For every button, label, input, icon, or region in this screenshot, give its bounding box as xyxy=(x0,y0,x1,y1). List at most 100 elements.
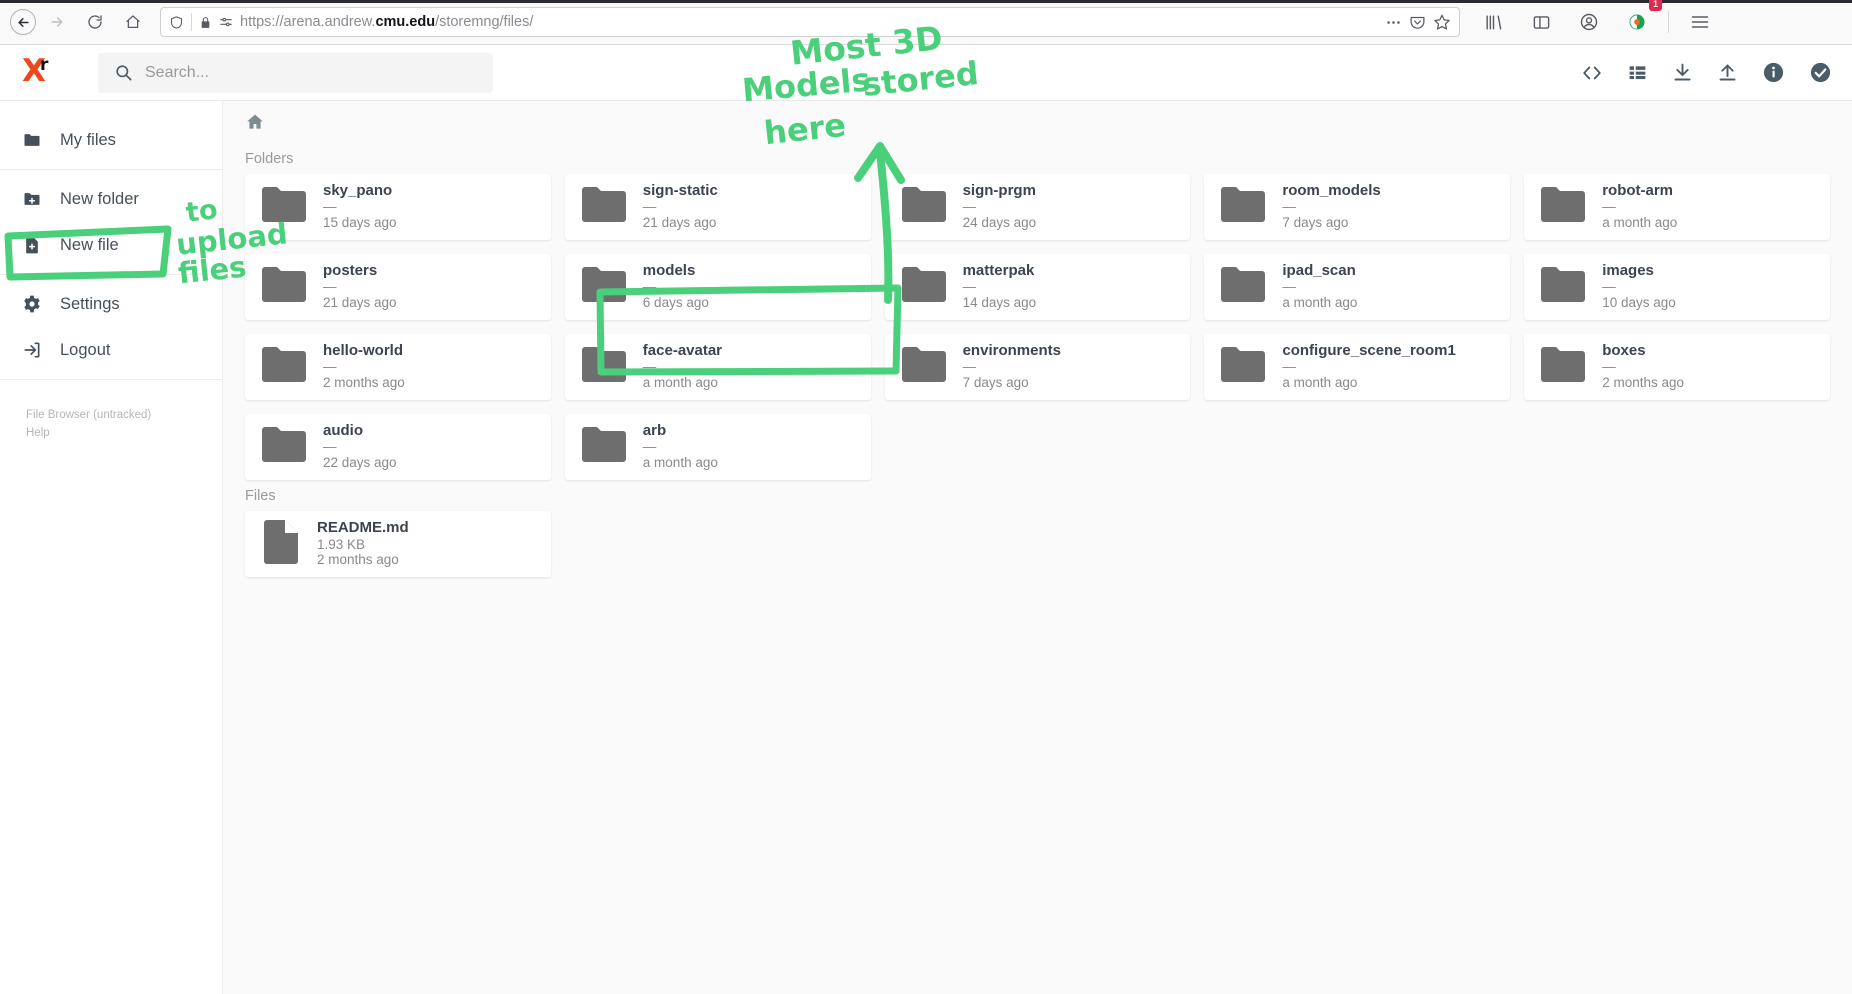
browser-toolbar-right: 1 xyxy=(1468,0,1717,39)
card-size: — xyxy=(642,279,657,295)
card-name: models xyxy=(642,262,696,280)
sidebar-item-logout[interactable]: Logout xyxy=(0,327,222,373)
folder-card[interactable]: environments —7 days ago xyxy=(884,334,1191,400)
file-card[interactable]: README.md 1.93 KB 2 months ago xyxy=(245,511,551,577)
card-meta: ipad_scan — a month ago xyxy=(1282,262,1357,312)
folders-grid: sky_pano —15 days ago sign-static —21 days … xyxy=(223,174,1852,480)
card-meta: audio —22 days ago xyxy=(323,422,397,472)
browser-titlebar-strip xyxy=(0,0,1852,3)
sidebar-item-new-folder[interactable]: New folder xyxy=(0,176,222,222)
app-logo[interactable]: X r xyxy=(22,53,62,91)
logout-icon xyxy=(22,340,42,360)
sidebar-item-new-file[interactable]: New file xyxy=(0,222,222,268)
browser-toolbar: https://arena.andrew.cmu.edu/storemng/fi… xyxy=(0,0,1852,45)
folder-card[interactable]: models —6 days ago xyxy=(564,254,871,320)
urlbar-divider xyxy=(191,13,192,31)
folder-icon xyxy=(261,185,307,230)
folder-card[interactable]: configure_scene_room1— a month ago xyxy=(1204,334,1511,400)
folder-card[interactable]: room_models —7 days ago xyxy=(1204,174,1511,240)
download-icon[interactable] xyxy=(1672,62,1693,83)
folder-card[interactable]: sky_pano —15 days ago xyxy=(245,174,551,240)
card-date: 24 days ago xyxy=(962,214,1037,230)
reload-icon[interactable] xyxy=(78,5,112,39)
code-icon[interactable] xyxy=(1581,62,1603,84)
card-date: a month ago xyxy=(642,374,718,390)
search-icon xyxy=(114,63,133,82)
card-date: 22 days ago xyxy=(323,454,397,470)
extension-icon[interactable]: 1 xyxy=(1620,0,1662,39)
info-icon[interactable] xyxy=(1762,61,1785,84)
folder-card[interactable]: boxes —2 months ago xyxy=(1524,334,1830,400)
card-date: 6 days ago xyxy=(642,294,709,310)
sidebar-item-label: New file xyxy=(60,235,119,254)
card-date: 7 days ago xyxy=(1282,214,1349,230)
card-name: hello-world xyxy=(323,342,403,360)
folder-icon xyxy=(1220,345,1266,390)
card-date: 14 days ago xyxy=(962,294,1037,310)
card-meta: hello-world —2 months ago xyxy=(323,342,405,392)
back-arrow-icon[interactable] xyxy=(10,9,36,35)
card-name: ipad_scan xyxy=(1282,262,1356,280)
url-path: /storemng/files/ xyxy=(435,14,534,30)
home-icon[interactable] xyxy=(116,5,150,39)
library-icon[interactable] xyxy=(1476,5,1510,39)
url-host-domain: cmu.edu xyxy=(375,14,436,30)
breadcrumb-home-icon[interactable] xyxy=(245,112,265,132)
folder-card[interactable]: posters —21 days ago xyxy=(245,254,551,320)
folder-card[interactable]: sign-static —21 days ago xyxy=(564,174,871,240)
list-view-icon[interactable] xyxy=(1627,62,1648,83)
card-size: — xyxy=(1282,279,1296,295)
folder-card[interactable]: audio —22 days ago xyxy=(245,414,551,480)
upload-icon[interactable] xyxy=(1717,62,1738,83)
folder-icon xyxy=(1540,345,1586,390)
page-actions-icon[interactable] xyxy=(1385,14,1402,31)
card-date: 7 days ago xyxy=(962,374,1029,390)
permissions-icon[interactable] xyxy=(219,15,233,29)
file-icon xyxy=(261,519,301,570)
card-name: room_models xyxy=(1282,182,1381,200)
card-date: 21 days ago xyxy=(642,214,717,230)
sidebar-item-my-files[interactable]: My files xyxy=(0,117,222,163)
card-size: — xyxy=(642,199,657,215)
card-name: arb xyxy=(642,422,667,440)
shield-icon[interactable] xyxy=(169,15,184,30)
url-scheme: https:// xyxy=(240,14,284,30)
lock-icon[interactable] xyxy=(199,16,212,29)
card-size: — xyxy=(1602,279,1616,295)
folder-card[interactable]: sign-prgm —24 days ago xyxy=(884,174,1191,240)
card-size: — xyxy=(323,199,337,215)
help-link[interactable]: Help xyxy=(26,424,222,442)
app-version-label: File Browser (untracked) xyxy=(26,409,152,421)
folder-icon xyxy=(901,345,947,390)
search-input[interactable]: Search... xyxy=(98,52,493,93)
account-icon[interactable] xyxy=(1572,5,1606,39)
folder-card[interactable]: matterpak —14 days ago xyxy=(884,254,1191,320)
folder-icon xyxy=(261,345,307,390)
folder-card[interactable]: face-avatar — a month ago xyxy=(564,334,871,400)
folder-card[interactable]: arb — a month ago xyxy=(564,414,871,480)
card-meta: posters —21 days ago xyxy=(323,262,397,312)
pocket-icon[interactable] xyxy=(1409,14,1426,31)
folder-card[interactable]: images —10 days ago xyxy=(1524,254,1830,320)
folder-plus-icon xyxy=(22,189,42,209)
address-bar[interactable]: https://arena.andrew.cmu.edu/storemng/fi… xyxy=(160,7,1460,37)
card-name: sign-prgm xyxy=(962,182,1036,200)
card-size: — xyxy=(323,439,337,455)
card-name: audio xyxy=(323,422,363,440)
select-check-icon[interactable] xyxy=(1809,61,1832,84)
logo-r-letter: r xyxy=(40,54,49,75)
sidebar: My files New folder New file Settings Lo… xyxy=(0,101,222,994)
card-name: images xyxy=(1602,262,1654,280)
card-size: — xyxy=(1602,199,1616,215)
bookmark-star-icon[interactable] xyxy=(1433,13,1451,31)
card-meta: face-avatar — a month ago xyxy=(643,342,722,392)
folder-icon xyxy=(261,425,307,470)
forward-arrow-icon[interactable] xyxy=(40,5,74,39)
sidebar-item-settings[interactable]: Settings xyxy=(0,281,222,327)
card-date: 15 days ago xyxy=(323,214,397,230)
folder-card[interactable]: ipad_scan — a month ago xyxy=(1204,254,1511,320)
hamburger-menu-icon[interactable] xyxy=(1683,5,1717,39)
sidebar-toggle-icon[interactable] xyxy=(1524,5,1558,39)
folder-card[interactable]: hello-world —2 months ago xyxy=(245,334,551,400)
folder-card[interactable]: robot-arm — a month ago xyxy=(1524,174,1830,240)
